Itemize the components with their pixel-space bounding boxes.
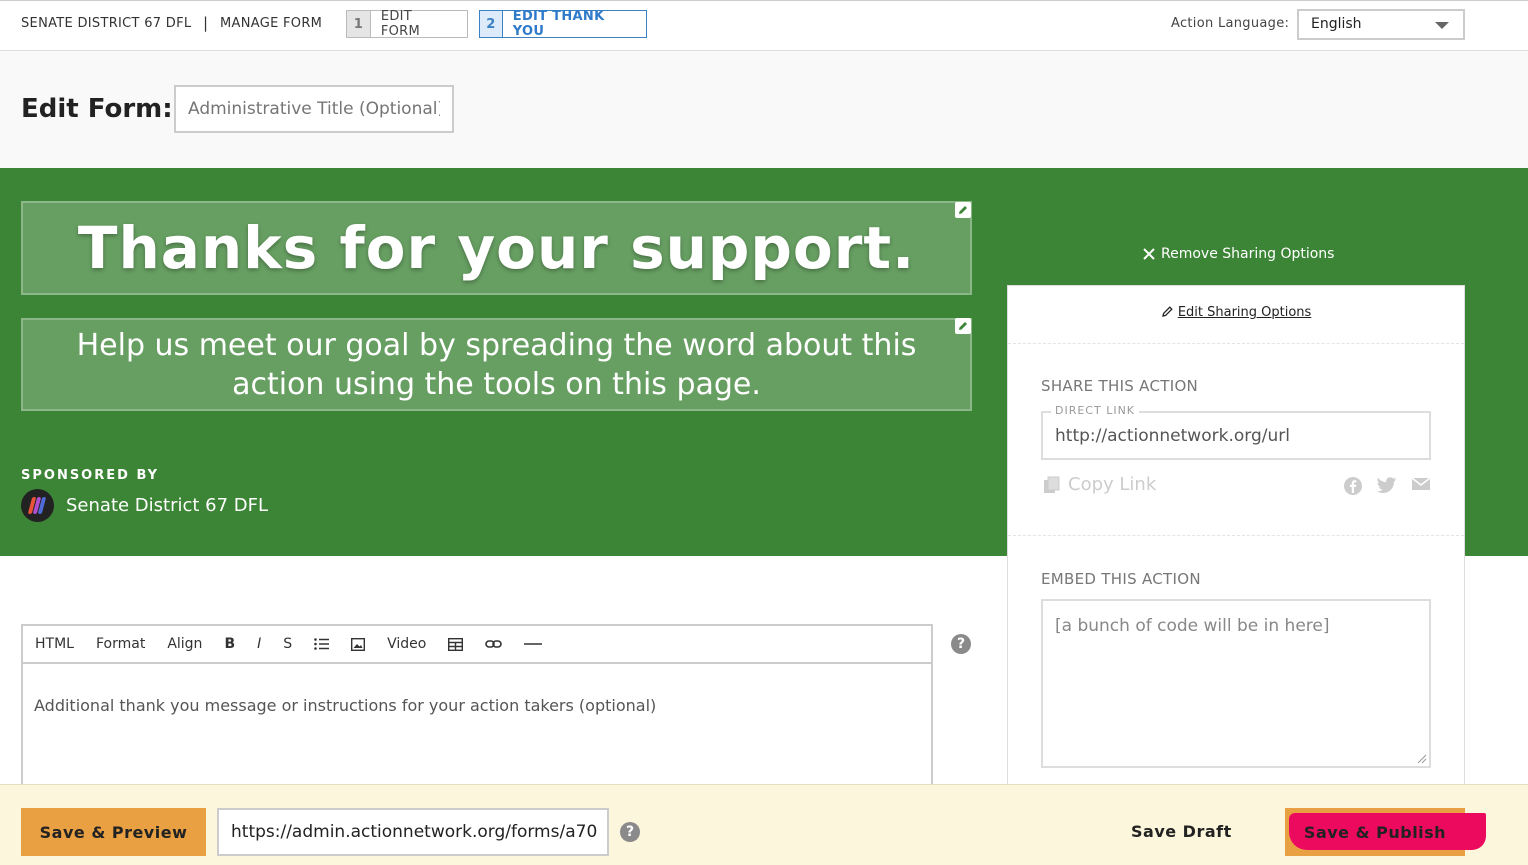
social-share-icons xyxy=(1343,476,1431,495)
remove-sharing-options-link[interactable]: Remove Sharing Options xyxy=(1143,246,1334,262)
copy-link-label: Copy Link xyxy=(1068,474,1157,495)
sharing-panel: Edit Sharing Options SHARE THIS ACTION D… xyxy=(1007,285,1465,785)
breadcrumb-separator: | xyxy=(203,14,209,32)
chevron-down-icon xyxy=(1435,22,1449,29)
step-edit-form[interactable]: 1 EDIT FORM xyxy=(346,9,468,39)
direct-link-label: DIRECT LINK xyxy=(1051,404,1140,417)
help-icon[interactable]: ? xyxy=(951,634,971,654)
thank-you-message-editor: HTML Format Align B I S Video Additional… xyxy=(21,624,933,794)
top-bar: SENATE DISTRICT 67 DFL | MANAGE FORM 1 E… xyxy=(0,0,1528,51)
link-icon[interactable] xyxy=(485,638,503,650)
email-icon[interactable] xyxy=(1411,476,1431,494)
manage-form-link[interactable]: MANAGE FORM xyxy=(220,16,322,31)
sponsor: Senate District 67 DFL xyxy=(21,489,268,522)
share-section-title: SHARE THIS ACTION xyxy=(1041,377,1199,395)
twitter-icon[interactable] xyxy=(1377,476,1397,494)
remove-sharing-label: Remove Sharing Options xyxy=(1161,246,1335,262)
thank-you-subheadline: Help us meet our goal by spreading the w… xyxy=(76,327,917,402)
sponsor-name: Senate District 67 DFL xyxy=(66,495,269,516)
step-edit-thank-you[interactable]: 2 EDIT THANK YOU xyxy=(479,9,647,39)
format-button[interactable]: Format xyxy=(96,636,145,652)
edit-pencil-icon[interactable] xyxy=(955,202,971,218)
sponsor-logo xyxy=(21,489,54,522)
subheadline-editable[interactable]: Help us meet our goal by spreading the w… xyxy=(21,318,972,411)
org-name[interactable]: SENATE DISTRICT 67 DFL xyxy=(21,16,191,31)
language-value: English xyxy=(1311,16,1362,32)
admin-title-input[interactable] xyxy=(174,85,454,133)
bold-button[interactable]: B xyxy=(224,636,235,652)
bullet-list-icon[interactable] xyxy=(314,638,330,650)
direct-link-field[interactable]: DIRECT LINK http://actionnetwork.org/url xyxy=(1041,404,1431,460)
sponsored-by-label: SPONSORED BY xyxy=(21,468,160,483)
close-icon xyxy=(1143,248,1155,260)
headline-editable[interactable]: Thanks for your support. xyxy=(21,201,972,295)
table-icon[interactable] xyxy=(448,637,464,651)
embed-code-textarea[interactable]: [a bunch of code will be in here] xyxy=(1041,599,1431,768)
editor-placeholder: Additional thank you message or instruct… xyxy=(34,696,657,715)
facebook-icon[interactable] xyxy=(1343,476,1363,495)
divider xyxy=(1008,535,1464,536)
step-label: EDIT FORM xyxy=(380,9,420,39)
language-select[interactable]: English xyxy=(1297,9,1465,40)
copy-link-button[interactable]: Copy Link xyxy=(1043,474,1156,495)
edit-pencil-icon[interactable] xyxy=(955,318,971,334)
pencil-icon xyxy=(1161,306,1173,317)
strikethrough-button[interactable]: S xyxy=(283,636,292,652)
step-label: EDIT THANK YOU xyxy=(512,9,605,39)
html-button[interactable]: HTML xyxy=(35,636,74,652)
image-icon[interactable] xyxy=(351,637,366,651)
save-draft-button[interactable]: Save Draft xyxy=(1131,822,1232,841)
step-number: 1 xyxy=(347,11,371,37)
editor-content[interactable]: Additional thank you message or instruct… xyxy=(23,664,931,747)
edit-sharing-label: Edit Sharing Options xyxy=(1177,305,1312,320)
step-number: 2 xyxy=(480,11,503,37)
divider xyxy=(1008,343,1464,344)
form-url-field[interactable]: https://admin.actionnetwork.org/forms/a7… xyxy=(217,808,609,856)
save-publish-label: Save & Publish xyxy=(1303,823,1447,842)
language-label: Action Language: xyxy=(1171,16,1290,31)
resize-handle-icon[interactable] xyxy=(1417,754,1427,764)
embed-section-title: EMBED THIS ACTION xyxy=(1041,570,1201,588)
page-title: Edit Form: xyxy=(21,94,173,124)
edit-sharing-options-link[interactable]: Edit Sharing Options xyxy=(1008,305,1464,320)
thank-you-headline: Thanks for your support. xyxy=(77,214,916,282)
video-button[interactable]: Video xyxy=(387,636,426,652)
embed-placeholder: [a bunch of code will be in here] xyxy=(1055,616,1330,636)
copy-icon xyxy=(1044,476,1060,493)
help-icon[interactable]: ? xyxy=(620,822,640,842)
save-preview-button[interactable]: Save & Preview xyxy=(21,808,206,856)
editor-toolbar: HTML Format Align B I S Video xyxy=(23,626,931,664)
bottom-action-bar: Save & Preview https://admin.actionnetwo… xyxy=(0,784,1528,865)
horizontal-rule-icon[interactable] xyxy=(524,642,543,646)
edit-form-header: Edit Form: xyxy=(0,51,1528,168)
italic-button[interactable]: I xyxy=(257,636,261,652)
direct-link-value: http://actionnetwork.org/url xyxy=(1055,426,1290,446)
align-button[interactable]: Align xyxy=(167,636,202,652)
